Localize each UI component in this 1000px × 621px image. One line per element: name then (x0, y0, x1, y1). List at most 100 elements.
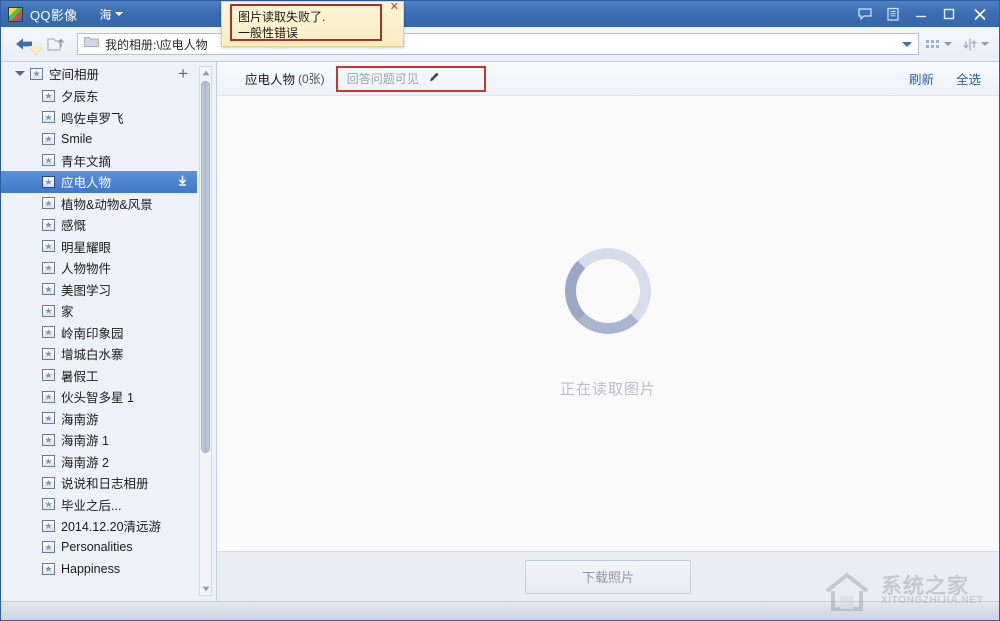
refresh-button[interactable]: 刷新 (909, 69, 934, 88)
scroll-down-arrow-icon[interactable] (200, 583, 211, 595)
sidebar-item-album[interactable]: 鸣佐卓罗飞 (1, 107, 216, 129)
sidebar-item-album[interactable]: 应电人物 (1, 171, 197, 193)
album-permission-label: 回答问题可见 (346, 72, 419, 86)
close-button[interactable] (963, 2, 997, 26)
minimize-icon (916, 15, 926, 18)
error-popup-body: 图片读取失败了. 一般性错误 (230, 4, 382, 41)
close-icon[interactable]: ✕ (390, 2, 399, 13)
sidebar-root-label: 空间相册 (49, 68, 100, 82)
chevron-down-icon (902, 41, 912, 47)
sidebar-item-album[interactable]: 岭南印象园 (1, 322, 216, 344)
sidebar-item-album[interactable]: 2014.12.20清远游 (1, 515, 216, 537)
title-bar: QQ影像 海 (1, 1, 999, 27)
sidebar-item-label: 家 (61, 305, 74, 320)
sidebar-item-album[interactable]: 增城白水寨 (1, 343, 216, 365)
triangle-down-icon[interactable] (15, 71, 25, 76)
sidebar-item-album[interactable]: 海南游 1 (1, 429, 216, 451)
album-icon (30, 67, 43, 80)
qq-photo-logo-icon (8, 6, 23, 22)
sidebar-scrollbar-thumb[interactable] (201, 81, 210, 453)
sidebar-item-album[interactable]: 植物&动物&风景 (1, 193, 216, 215)
error-popup-tail (29, 46, 43, 55)
album-icon (42, 218, 55, 231)
sidebar-item-label: 明星耀眼 (61, 240, 112, 255)
sidebar-item-label: 青年文摘 (61, 154, 112, 169)
sidebar-item-label: Personalities (61, 540, 133, 555)
feedback-button[interactable] (851, 2, 879, 26)
sidebar-item-label: 岭南印象园 (61, 326, 124, 341)
notes-button[interactable] (879, 2, 907, 26)
sidebar-item-album[interactable]: 暑假工 (1, 365, 216, 387)
upload-folder-button[interactable] (45, 33, 67, 55)
sidebar-item-label: 人物物件 (61, 262, 112, 277)
sidebar-item-album[interactable]: 说说和日志相册 (1, 472, 216, 494)
sidebar-item-album[interactable]: 美图学习 (1, 279, 216, 301)
album-icon (42, 261, 55, 274)
pencil-icon[interactable] (428, 70, 441, 88)
address-dropdown-button[interactable] (896, 34, 918, 54)
album-icon (42, 240, 55, 253)
album-icon (42, 283, 55, 296)
upload-folder-icon (46, 38, 64, 51)
sidebar-item-album[interactable]: 伙头智多星 1 (1, 386, 216, 408)
album-icon (42, 369, 55, 382)
sort-button[interactable] (962, 37, 989, 52)
sidebar-item-album[interactable]: Personalities (1, 537, 216, 559)
account-menu[interactable]: 海 (99, 6, 124, 23)
sidebar-album-list: 夕辰东鸣佐卓罗飞 Smile 青年文摘应电人物植物&动物&风景 感慨明星耀眼人物物件美… (1, 85, 216, 580)
sidebar-root-space-album[interactable]: 空间相册 + (1, 62, 216, 85)
address-bar[interactable]: 我的相册:\应电人物 (77, 33, 919, 55)
sidebar-item-label: 应电人物 (61, 176, 112, 191)
sidebar-item-album[interactable]: 毕业之后... (1, 494, 216, 516)
content-area: 应电人物 (0张) 回答问题可见 刷新 全选 正在读取图片 下载照片 (217, 62, 999, 620)
loading-state: 正在读取图片 (217, 96, 999, 551)
scroll-up-arrow-icon[interactable] (200, 67, 211, 79)
maximize-icon (943, 8, 955, 20)
loading-spinner-icon (565, 248, 651, 334)
download-arrow-icon[interactable] (177, 175, 188, 189)
maximize-button[interactable] (935, 2, 963, 26)
album-icon (42, 519, 55, 532)
sidebar-item-label: 感慨 (61, 219, 87, 234)
sidebar-item-album[interactable]: Smile (1, 128, 216, 150)
sidebar-item-label: 夕辰东 (61, 90, 99, 105)
sidebar-item-album[interactable]: 明星耀眼 (1, 236, 216, 258)
album-photo-count: (0张) (298, 72, 325, 86)
view-mode-button[interactable] (925, 37, 952, 51)
album-icon (42, 412, 55, 425)
sidebar-item-album[interactable]: 家 (1, 300, 216, 322)
grid-view-icon (926, 40, 939, 48)
sidebar-item-album[interactable]: Happiness (1, 558, 216, 580)
sidebar-item-label: Smile (61, 131, 93, 146)
sidebar-item-album[interactable]: 海南游 (1, 408, 216, 430)
sidebar-item-label: 植物&动物&风景 (61, 197, 153, 212)
error-popup-line-1: 图片读取失败了. (238, 10, 326, 24)
album-icon (42, 111, 55, 124)
minimize-button[interactable] (907, 2, 935, 26)
sidebar-item-album[interactable]: 感慨 (1, 214, 216, 236)
sidebar-scrollbar[interactable] (199, 66, 212, 596)
sidebar-item-album[interactable]: 夕辰东 (1, 85, 216, 107)
album-icon (42, 390, 55, 403)
sidebar-item-album[interactable]: 青年文摘 (1, 150, 216, 172)
sidebar-item-label: 海南游 2 (61, 455, 109, 470)
select-all-button[interactable]: 全选 (956, 69, 981, 88)
album-icon (42, 347, 55, 360)
address-input[interactable]: 我的相册:\应电人物 (105, 36, 208, 53)
sidebar-item-label: Happiness (61, 561, 121, 576)
sidebar-item-label: 伙头智多星 1 (61, 391, 134, 406)
sidebar-item-label: 毕业之后... (61, 498, 122, 513)
sidebar-item-label: 海南游 (61, 412, 99, 427)
chevron-down-icon (981, 42, 989, 46)
sidebar-item-label: 说说和日志相册 (61, 477, 149, 492)
sidebar-item-album[interactable]: 海南游 2 (1, 451, 216, 473)
add-album-button[interactable]: + (178, 65, 188, 82)
album-icon (42, 175, 55, 188)
sidebar-item-label: 鸣佐卓罗飞 (61, 111, 124, 126)
download-photos-button[interactable]: 下载照片 (525, 559, 691, 594)
album-permission-field[interactable]: 回答问题可见 (335, 65, 486, 92)
folder-icon (84, 35, 99, 53)
album-icon (42, 197, 55, 210)
content-header: 应电人物 (0张) 回答问题可见 刷新 全选 (217, 62, 999, 96)
sidebar-item-album[interactable]: 人物物件 (1, 257, 216, 279)
